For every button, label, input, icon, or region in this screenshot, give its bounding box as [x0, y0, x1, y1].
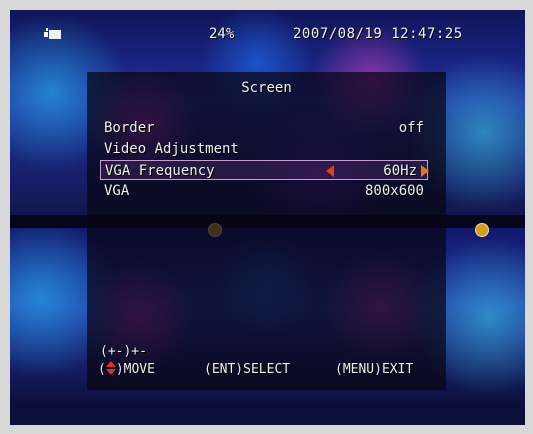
- pause-indicator-icon: [475, 223, 489, 237]
- osd-screen: 24% 2007/08/19 12:47:25 Screen Border of…: [10, 10, 525, 425]
- menu-item-border[interactable]: Border off: [100, 118, 428, 138]
- menu-item-value: off: [398, 120, 424, 136]
- status-bar: 24% 2007/08/19 12:47:25: [10, 23, 525, 45]
- battery-percent: 24%: [209, 26, 235, 42]
- decrease-arrow-icon[interactable]: [326, 165, 334, 177]
- move-hint-label: )MOVE: [115, 362, 155, 377]
- move-hint: ( )MOVE: [98, 360, 155, 380]
- menu-item-video-adjustment[interactable]: Video Adjustment: [100, 139, 428, 159]
- menu-item-label: Border: [104, 120, 155, 136]
- menu-item-label: VGA Frequency: [105, 163, 215, 179]
- date-time: 2007/08/19 12:47:25: [293, 26, 463, 42]
- adjust-hint: (+-)+-: [100, 344, 147, 359]
- exit-hint: (MENU)EXIT: [335, 362, 414, 377]
- menu-item-vga-frequency[interactable]: VGA Frequency 60Hz: [100, 160, 429, 180]
- display-frame: 24% 2007/08/19 12:47:25 Screen Border of…: [0, 0, 533, 434]
- menu-title: Screen: [241, 80, 292, 96]
- menu-item-label: VGA: [104, 183, 130, 199]
- menu-item-value: 60Hz: [383, 163, 417, 179]
- increase-arrow-icon[interactable]: [421, 165, 429, 177]
- up-down-arrows-icon: [105, 361, 116, 375]
- move-hint-prefix: (: [98, 362, 106, 377]
- menu-item-vga[interactable]: VGA 800x600: [100, 181, 428, 201]
- navigation-hint: ( )MOVE (ENT)SELECT (MENU)EXIT: [98, 360, 438, 380]
- menu-item-value: 800x600: [364, 183, 424, 199]
- screen-settings-menu: Screen Border off Video Adjustment VGA F…: [87, 72, 446, 390]
- select-hint: (ENT)SELECT: [204, 362, 291, 377]
- menu-item-label: Video Adjustment: [104, 141, 239, 157]
- camera-icon: [44, 28, 61, 39]
